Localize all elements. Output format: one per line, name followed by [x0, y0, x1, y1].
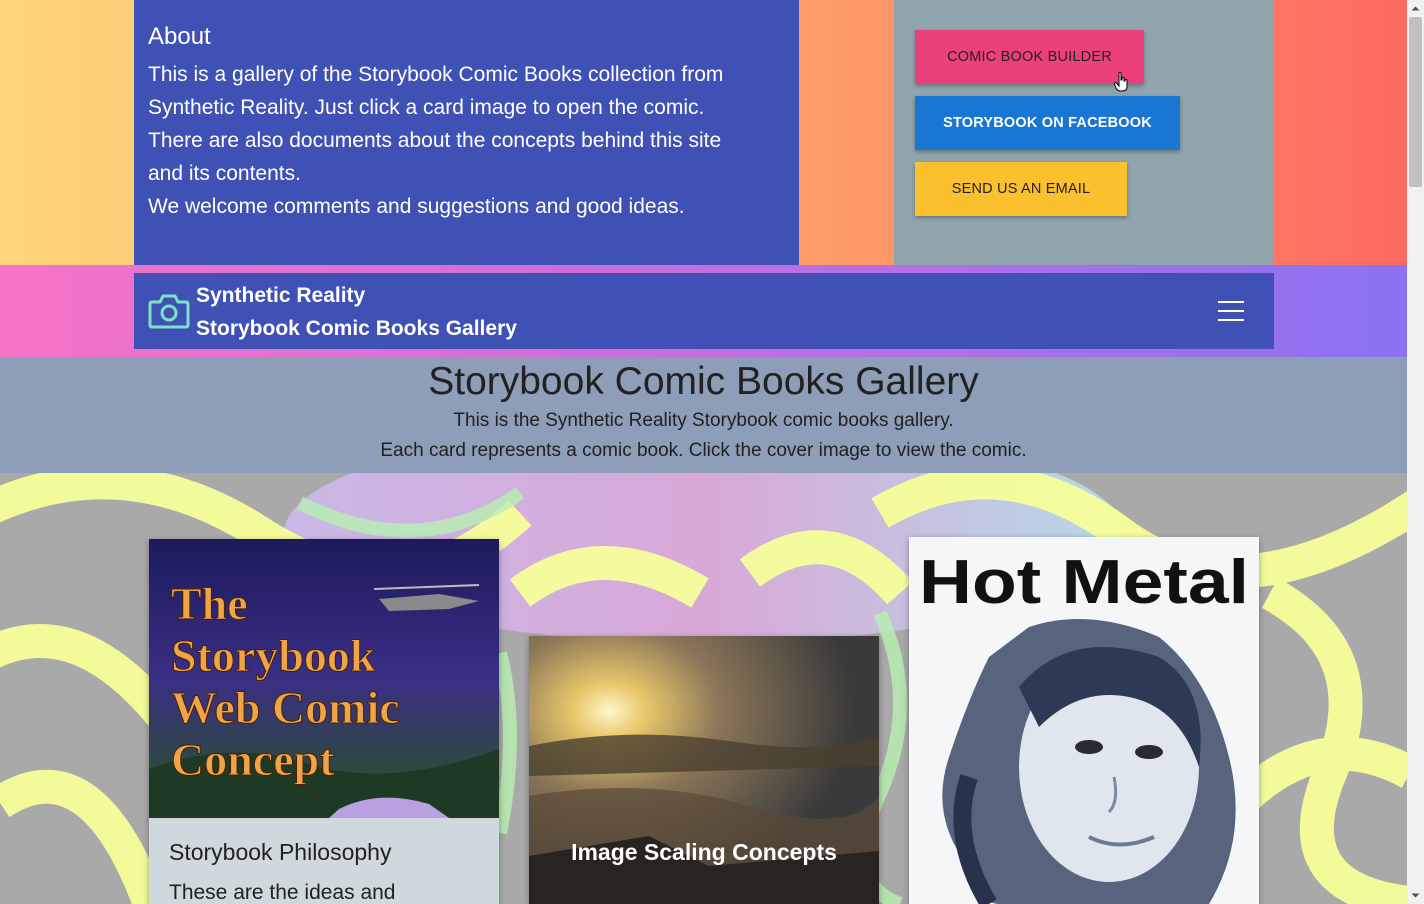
storybook-facebook-button[interactable]: Storybook on Facebook	[915, 96, 1180, 150]
brand-line: Storybook Comic Books Gallery	[196, 317, 517, 340]
navbar-band: Synthetic Reality Storybook Comic Books …	[0, 265, 1407, 357]
camera-icon	[148, 294, 190, 329]
gallery-subtitle: Each card represents a comic book. Click…	[380, 440, 1027, 461]
about-text: This is a gallery of the Storybook Comic…	[148, 58, 785, 223]
action-button-panel: Comic Book Builder Storybook on Facebook…	[894, 0, 1274, 265]
cover-caption: Image Scaling Concepts	[571, 839, 837, 865]
vertical-scrollbar[interactable]	[1407, 0, 1424, 904]
send-email-button[interactable]: Send Us An Email	[915, 162, 1127, 216]
about-line: There are also documents about the conce…	[148, 129, 722, 152]
cover-title-line: The	[171, 578, 248, 629]
about-line: Synthetic Reality. Just click a card ima…	[148, 96, 705, 119]
brand-title[interactable]: Synthetic Reality Storybook Comic Books …	[196, 279, 517, 345]
top-header-band: About This is a gallery of the Storybook…	[0, 0, 1407, 265]
about-line: This is a gallery of the Storybook Comic…	[148, 63, 724, 86]
about-heading: About	[148, 23, 211, 50]
cover-title: Hot Metal	[919, 548, 1249, 617]
comic-card: The Storybook Web Comic Concept Storyboo…	[149, 539, 499, 904]
gallery-header: Storybook Comic Books Gallery This is th…	[0, 357, 1407, 473]
cover-title-line: Web Comic	[171, 682, 400, 733]
comic-card: Image Scaling Concepts	[529, 636, 879, 904]
storybook-philosophy-cover-image[interactable]: The Storybook Web Comic Concept	[149, 539, 499, 818]
comic-book-builder-button[interactable]: Comic Book Builder	[915, 30, 1144, 84]
cover-title-line: Storybook	[171, 630, 376, 681]
about-line: We welcome comments and suggestions and …	[148, 195, 685, 218]
gallery-subtitle: This is the Synthetic Reality Storybook …	[453, 410, 954, 431]
image-scaling-cover-image[interactable]: Image Scaling Concepts	[529, 636, 879, 904]
hamburger-icon[interactable]	[1218, 301, 1244, 321]
cover-title-line: Concept	[171, 734, 335, 785]
hand-cursor-icon	[1114, 72, 1128, 92]
scroll-up-arrow-icon[interactable]	[1407, 0, 1424, 17]
navbar: Synthetic Reality Storybook Comic Books …	[134, 273, 1274, 349]
brand-line: Synthetic Reality	[196, 284, 366, 307]
scroll-down-arrow-icon[interactable]	[1407, 887, 1424, 904]
about-line: and its contents.	[148, 162, 301, 185]
page-title: Storybook Comic Books Gallery	[428, 360, 979, 403]
card-description: These are the ideas and	[169, 881, 396, 904]
comic-card: Hot Metal	[909, 537, 1259, 904]
about-panel: About This is a gallery of the Storybook…	[134, 0, 799, 265]
hot-metal-cover-image[interactable]: Hot Metal	[909, 537, 1259, 904]
scrollbar-thumb[interactable]	[1409, 17, 1422, 187]
card-title: Storybook Philosophy	[169, 839, 392, 865]
